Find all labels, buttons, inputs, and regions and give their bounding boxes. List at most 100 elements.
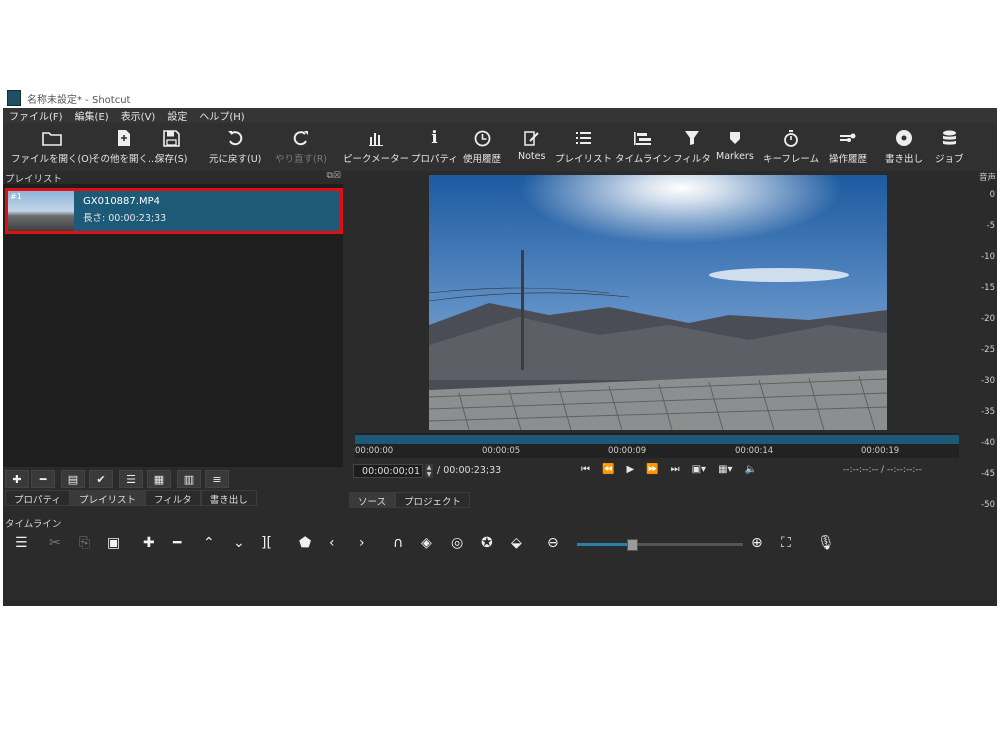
menu-help[interactable]: ヘルプ(H): [193, 108, 250, 123]
tab-playlist[interactable]: プレイリスト: [69, 490, 145, 506]
info-icon: i: [431, 128, 438, 148]
timecode-spinner[interactable]: ▲ ▼: [425, 464, 433, 478]
meter-mark: 0: [989, 190, 995, 200]
transport-controls: ⏮ ⏪ ▶ ⏩ ⏭ ▣▾ ▦▾ 🔈: [581, 464, 757, 475]
playlist-item[interactable]: #1 GX010887.MP4 長さ: 00:00:23;33: [5, 188, 343, 234]
zoom-out-icon[interactable]: ⊖: [547, 535, 559, 551]
paste-icon[interactable]: ▣: [107, 535, 120, 551]
peak-meter-button[interactable]: ピークメーター: [343, 127, 409, 165]
fast-forward-icon[interactable]: ⏩: [646, 464, 658, 475]
scrub-bar[interactable]: 00:00:00 00:00:05 00:00:09 00:00:14 00:0…: [355, 433, 959, 458]
copy-icon[interactable]: ⎘: [79, 535, 90, 551]
clip-duration: 長さ: 00:00:23;33: [83, 213, 167, 224]
playlist-title: プレイリスト: [5, 174, 63, 185]
timeline-menu-icon[interactable]: ☰: [15, 535, 28, 551]
meter-mark: -30: [981, 376, 995, 386]
next-marker-icon[interactable]: ›: [359, 535, 365, 551]
check-icon[interactable]: ✔: [89, 470, 113, 488]
menu-view[interactable]: 表示(V): [115, 108, 162, 123]
overwrite-icon[interactable]: ⌄: [233, 535, 245, 551]
zoom-icon[interactable]: ▣▾: [692, 464, 706, 475]
tab-source[interactable]: ソース: [349, 492, 396, 508]
tab-export[interactable]: 書き出し: [200, 490, 257, 506]
zoom-slider[interactable]: [577, 543, 743, 546]
menu-edit[interactable]: 編集(E): [69, 108, 115, 123]
clip-number: #1: [10, 192, 22, 201]
save-icon: [162, 127, 180, 149]
playlist-panel-header: プレイリスト ⧉☒: [3, 171, 345, 185]
filters-button[interactable]: フィルタ: [673, 127, 711, 165]
undo-icon: [227, 127, 243, 149]
tab-filters[interactable]: フィルタ: [144, 490, 201, 506]
menu-icon[interactable]: ≡: [205, 470, 229, 488]
grid-icon[interactable]: ▦▾: [718, 464, 732, 475]
undo-button[interactable]: 元に戻す(U): [209, 127, 261, 165]
play-icon[interactable]: ▶: [626, 464, 634, 475]
menu-settings[interactable]: 設定: [161, 108, 193, 123]
scrub-drag-icon[interactable]: ◈: [421, 535, 432, 551]
meter-mark: -45: [981, 469, 995, 479]
ripple-markers-icon[interactable]: ⬙: [511, 535, 522, 551]
cut-icon[interactable]: ✂: [49, 535, 61, 551]
redo-button[interactable]: やり直す(R): [275, 127, 327, 165]
add-icon[interactable]: ✚: [5, 470, 29, 488]
panel-float-close-icon[interactable]: ⧉☒: [327, 171, 342, 181]
jobs-button[interactable]: ジョブ: [935, 127, 964, 165]
playlist-button[interactable]: プレイリスト: [555, 127, 612, 165]
open-other-button[interactable]: その他を開く...: [91, 127, 157, 165]
volume-icon[interactable]: 🔈: [745, 464, 757, 475]
tab-project[interactable]: プロジェクト: [395, 492, 471, 508]
stopwatch-icon: [783, 127, 799, 149]
skip-to-end-icon[interactable]: ⏭: [671, 464, 680, 475]
menu-file[interactable]: ファイル(F): [3, 108, 69, 123]
ripple-all-icon[interactable]: ✪: [481, 535, 493, 551]
marker-icon: [729, 127, 741, 149]
history-button[interactable]: 使用履歴: [463, 127, 501, 165]
timeline-icon: [633, 127, 653, 149]
save-button[interactable]: 保存(S): [155, 127, 187, 165]
markers-button[interactable]: Markers: [716, 127, 754, 162]
menu-bar: ファイル(F) 編集(E) 表示(V) 設定 ヘルプ(H): [3, 108, 997, 123]
peak-meter-icon: [368, 127, 384, 149]
notes-button[interactable]: Notes: [518, 127, 545, 162]
append-icon[interactable]: ✚: [143, 535, 155, 551]
open-other-icon: [116, 127, 132, 149]
update-icon[interactable]: ▤: [61, 470, 85, 488]
open-file-button[interactable]: ファイルを開く(O): [11, 127, 92, 165]
video-preview[interactable]: [429, 175, 887, 430]
app-logo-icon: [7, 90, 21, 106]
disc-icon: [895, 127, 913, 149]
previous-marker-icon[interactable]: ‹: [329, 535, 335, 551]
add-marker-icon[interactable]: ⬟: [299, 535, 311, 551]
export-button[interactable]: 書き出し: [885, 127, 923, 165]
skip-to-start-icon[interactable]: ⏮: [581, 464, 590, 475]
split-icon[interactable]: ][: [261, 535, 272, 551]
ruler-tick: 00:00:19: [861, 446, 900, 456]
current-timecode-input[interactable]: 00:00:00;01: [353, 464, 423, 478]
rewind-icon[interactable]: ⏪: [602, 464, 614, 475]
shotcut-window: 名称未設定* - Shotcut ファイル(F) 編集(E) 表示(V) 設定 …: [3, 88, 997, 606]
timeline-tracks[interactable]: [3, 557, 997, 606]
ops-history-button[interactable]: 操作履歴: [829, 127, 867, 165]
record-audio-icon[interactable]: 🎙: [817, 535, 835, 551]
icon-view-icon[interactable]: ▥: [177, 470, 201, 488]
meter-mark: -35: [981, 407, 995, 417]
ripple-delete-icon[interactable]: ━: [173, 535, 181, 551]
scrub-track: [355, 435, 959, 444]
details-view-icon[interactable]: ☰: [119, 470, 143, 488]
tiles-view-icon[interactable]: ▦: [147, 470, 171, 488]
snap-icon[interactable]: ∩: [393, 535, 403, 551]
meter-mark: -15: [981, 283, 995, 293]
remove-icon[interactable]: ━: [31, 470, 55, 488]
list-icon: [575, 127, 592, 149]
zoom-in-icon[interactable]: ⊕: [751, 535, 763, 551]
tab-properties[interactable]: プロパティ: [5, 490, 70, 506]
ripple-icon[interactable]: ◎: [451, 535, 463, 551]
lift-icon[interactable]: ⌃: [203, 535, 215, 551]
properties-button[interactable]: i プロパティ: [411, 127, 458, 165]
zoom-fit-icon[interactable]: ⛶: [781, 535, 791, 551]
timeline-button[interactable]: タイムライン: [615, 127, 671, 165]
keyframes-button[interactable]: キーフレーム: [763, 127, 819, 165]
player-panel: 00:00:00 00:00:05 00:00:09 00:00:14 00:0…: [349, 171, 971, 511]
zoom-slider-handle[interactable]: [627, 539, 638, 551]
